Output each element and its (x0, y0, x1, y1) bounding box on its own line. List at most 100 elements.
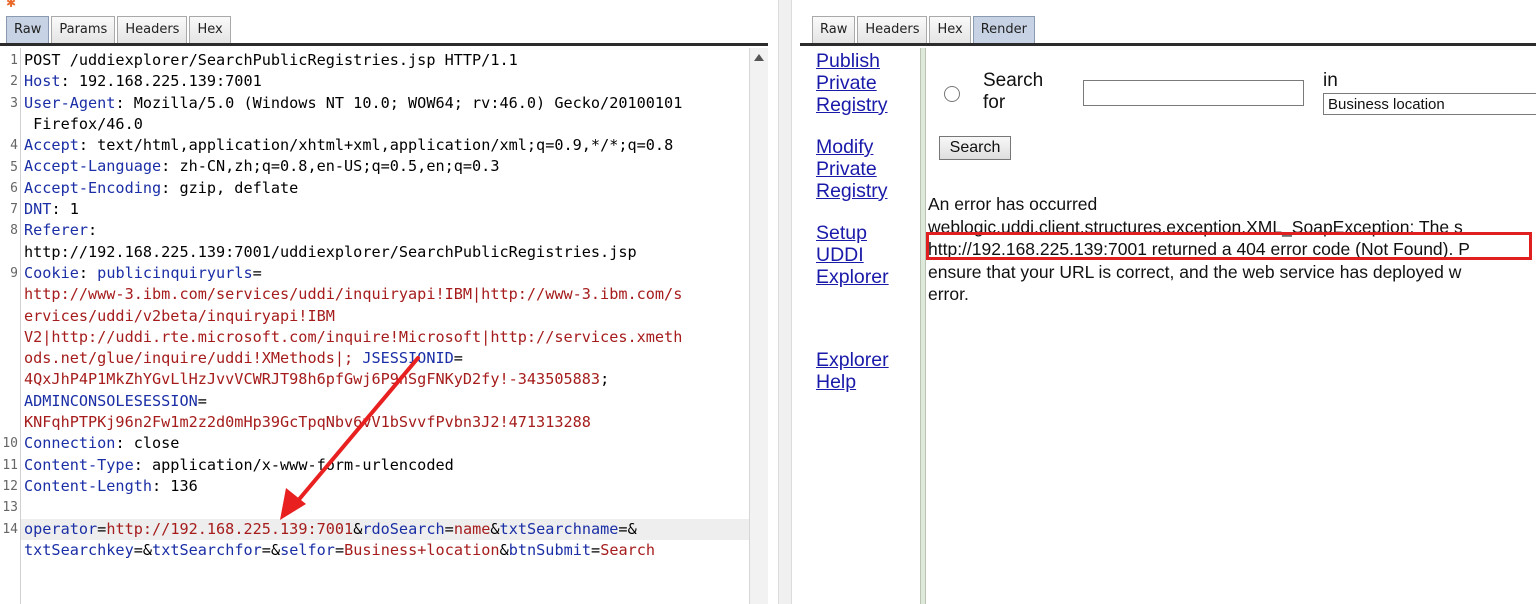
radio-button-icon[interactable] (944, 86, 960, 102)
search-type-select[interactable]: Business location (1323, 93, 1536, 115)
header-value: : 1 (51, 200, 79, 219)
tab-params[interactable]: Params (51, 16, 116, 43)
header-value: : Mozilla/5.0 (Windows NT 10.0; WOW64; r… (115, 93, 683, 112)
nav-link-setup[interactable]: UDDI (816, 244, 916, 266)
request-scrollbar[interactable] (749, 48, 768, 604)
nav-link-modify[interactable]: Registry (816, 180, 916, 202)
equals-sign: = (252, 263, 262, 282)
nav-link-modify[interactable]: Private (816, 158, 916, 180)
equals-sign: = (261, 540, 271, 559)
header-key: Connection (24, 434, 116, 453)
response-tabs: Raw Headers Hex Render (812, 16, 1037, 44)
ampersand: & (490, 519, 500, 538)
request-line: POST /uddiexplorer/SearchPublicRegistrie… (24, 51, 518, 69)
tab-underline (0, 43, 768, 46)
equals-sign: = (133, 540, 143, 559)
line-number: 4 (10, 138, 18, 154)
header-key: User-Agent (24, 93, 116, 112)
line-number: 5 (10, 159, 18, 175)
request-editor[interactable]: 1 2 3 4 5 6 7 8 9 10 11 12 13 14 POST /u… (0, 48, 768, 604)
header-value: : text/html,application/xhtml+xml,applic… (78, 136, 674, 155)
nav-link-publish[interactable]: Publish (816, 50, 916, 72)
ampersand: & (270, 540, 281, 559)
cookie-value: ervices/uddi/v2beta/inquiryapi!IBM (24, 306, 335, 325)
ampersand: & (499, 540, 509, 559)
line-number: 7 (10, 202, 18, 218)
header-key: Accept-Language (24, 157, 162, 176)
header-value-wrap: http://192.168.225.139:7001/uddiexplorer… (24, 242, 637, 261)
param-key: txtSearchname (499, 519, 619, 538)
param-key: txtSearchkey (24, 540, 134, 559)
request-panel-header: ✱ (0, 0, 768, 14)
ampersand: & (142, 540, 153, 559)
header-key: Host (24, 72, 61, 91)
request-text[interactable]: POST /uddiexplorer/SearchPublicRegistrie… (24, 50, 746, 561)
header-key: Referer (24, 221, 89, 240)
equals-sign: = (453, 349, 463, 368)
param-value: name (453, 519, 491, 538)
nav-link-modify[interactable]: Modify (816, 136, 916, 158)
nav-link-setup[interactable]: Setup (816, 222, 916, 244)
header-value: : (88, 221, 98, 240)
header-value: : zh-CN,zh;q=0.8,en-US;q=0.5,en;q=0.3 (161, 157, 500, 176)
header-value: : application/x-www-form-urlencoded (133, 455, 454, 474)
equals-sign: = (197, 391, 207, 410)
line-number: 1 (10, 53, 18, 68)
equals-sign: = (444, 519, 454, 538)
equals-sign: = (97, 519, 107, 538)
request-panel: ✱ Raw Params Headers Hex 1 2 3 4 5 6 7 8… (0, 0, 768, 604)
cookie-value: 4QxJhP4P1MkZhYGvLlHzJvvVCWRJT98h6pfGwj6P… (24, 370, 601, 389)
tab-headers[interactable]: Headers (857, 16, 928, 43)
tab-headers[interactable]: Headers (117, 16, 188, 43)
equals-sign: = (618, 519, 628, 538)
ampersand: & (353, 519, 363, 538)
param-key: operator (24, 519, 98, 538)
cookie-value: ods.net/glue/inquire/uddi!XMethods|; (24, 349, 354, 368)
in-label: in (1323, 70, 1338, 91)
line-number: 9 (10, 266, 18, 281)
param-key: txtSearchfor (152, 540, 262, 559)
burp-logo-icon: ✱ (6, 0, 17, 10)
header-key: DNT (24, 200, 52, 219)
tab-raw[interactable]: Raw (812, 16, 856, 43)
cookie-name: JSESSIONID (353, 349, 454, 368)
line-number: 14 (2, 521, 18, 537)
scroll-up-arrow-icon[interactable] (754, 54, 764, 61)
nav-link-publish[interactable]: Private (816, 72, 916, 94)
cookie-value: V2|http://uddi.rte.microsoft.com/inquire… (24, 327, 683, 346)
param-key: selfor (280, 540, 335, 559)
rendered-page: Publish Private Registry Modify Private … (802, 48, 1536, 604)
header-key: Accept (24, 136, 79, 155)
line-number: 8 (10, 223, 18, 239)
response-panel-header (800, 0, 1536, 14)
tab-render[interactable]: Render (972, 16, 1035, 43)
tab-hex[interactable]: Hex (929, 16, 971, 43)
tab-raw[interactable]: Raw (6, 16, 50, 43)
search-content: Search for in Business location Search A… (926, 48, 1536, 604)
line-number: 6 (10, 180, 18, 196)
param-key: rdoSearch (362, 519, 445, 538)
panel-splitter[interactable] (778, 0, 792, 604)
tab-hex[interactable]: Hex (189, 16, 231, 43)
nav-link-explorer-help[interactable]: Help (816, 371, 916, 393)
nav-link-publish[interactable]: Registry (816, 94, 916, 116)
nav-link-setup[interactable]: Explorer (816, 266, 916, 288)
param-value: http://192.168.225.139:7001 (106, 519, 354, 538)
response-panel: Raw Headers Hex Render Publish Private R… (800, 0, 1536, 604)
cookie-value: http://www-3.ibm.com/services/uddi/inqui… (24, 285, 683, 304)
search-label: Search (983, 70, 1044, 91)
header-value: : 136 (152, 476, 198, 495)
search-label: for (983, 92, 1006, 113)
line-number: 11 (2, 457, 18, 473)
cookie-name: ADMINCONSOLESESSION (24, 391, 198, 410)
semicolon: ; (600, 370, 610, 389)
search-input[interactable] (1083, 80, 1304, 106)
search-button[interactable]: Search (939, 136, 1011, 160)
header-value: : close (115, 434, 180, 453)
equals-sign: = (334, 540, 345, 559)
line-number: 3 (10, 95, 18, 111)
request-tabs: Raw Params Headers Hex (6, 16, 233, 44)
line-number: 2 (10, 74, 18, 90)
nav-link-explorer-help[interactable]: Explorer (816, 349, 916, 371)
error-message-line: ensure that your URL is correct, and the… (928, 261, 1462, 282)
